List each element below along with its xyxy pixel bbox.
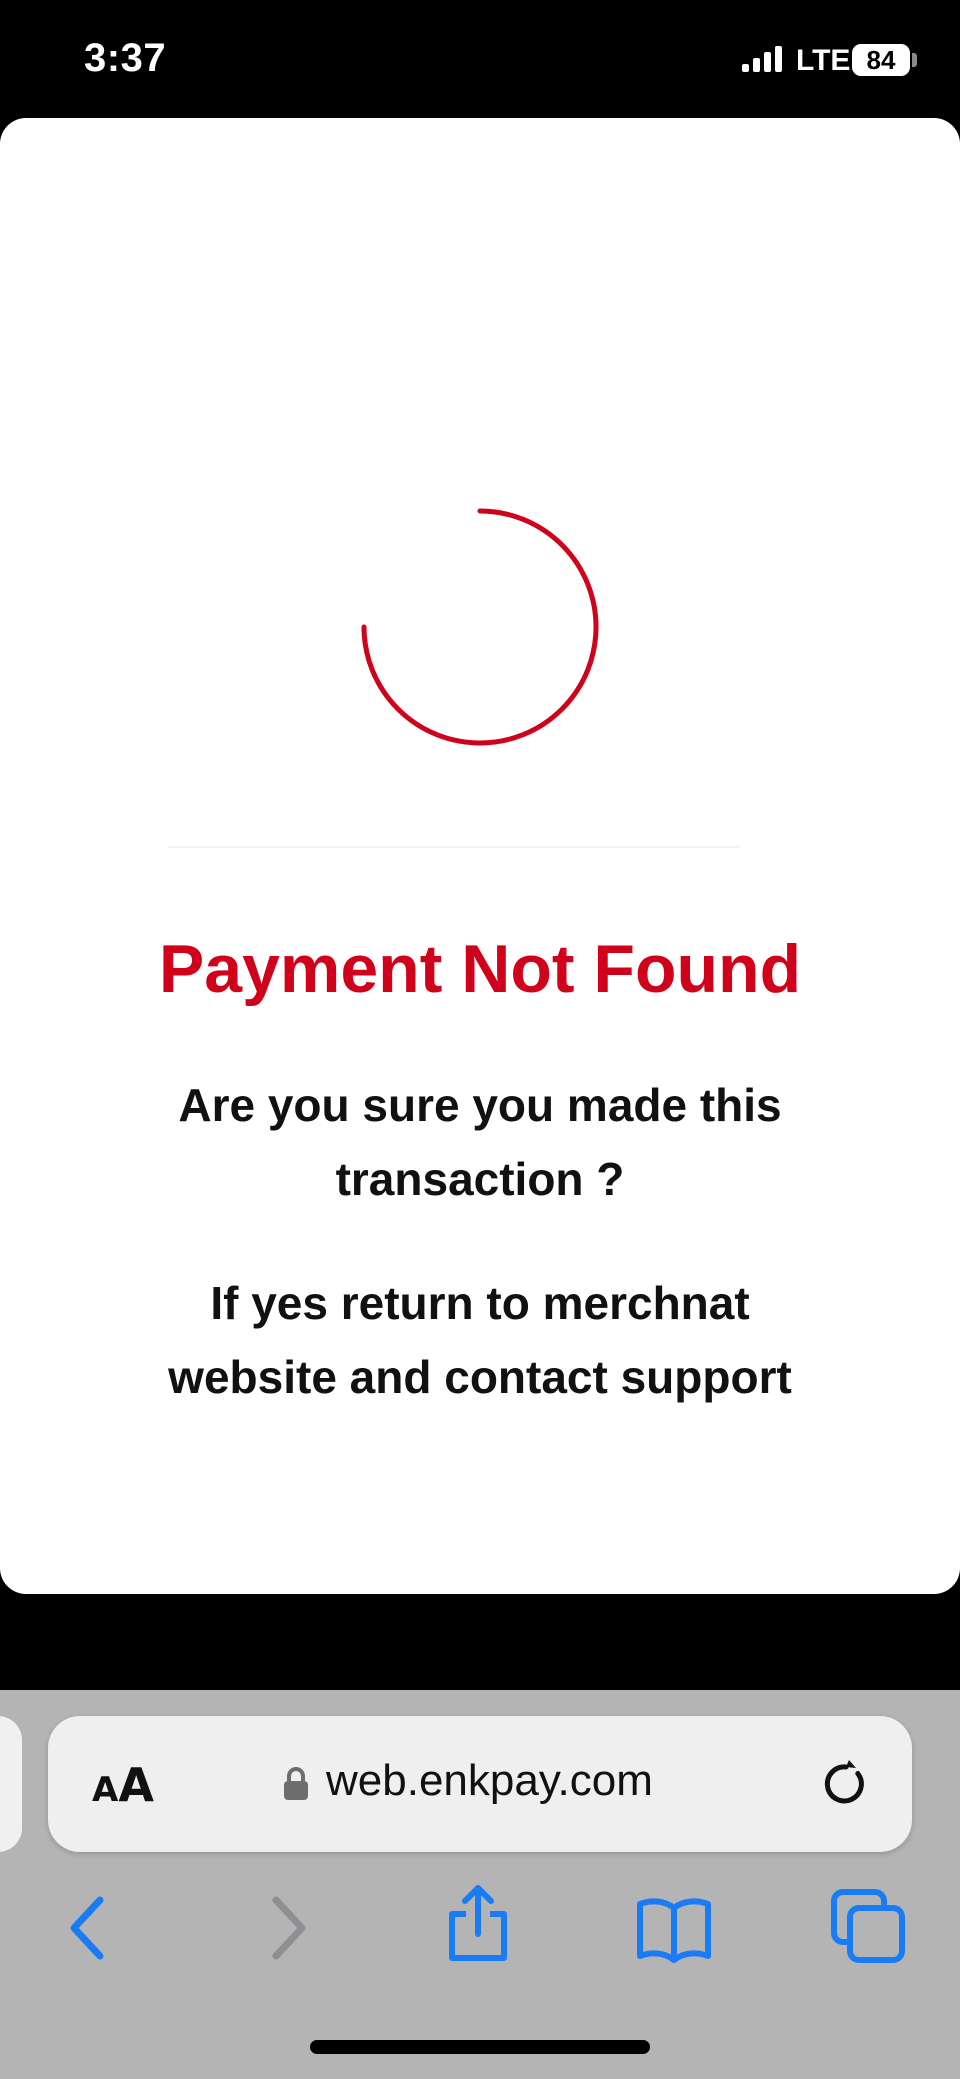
confirmation-message: Are you sure you made this transaction ? (178, 1079, 782, 1205)
tabs-icon[interactable] (828, 1886, 908, 1966)
battery-cap (912, 53, 917, 67)
divider (168, 846, 740, 848)
cellular-signal-icon (742, 46, 782, 72)
network-type: LTE (796, 44, 851, 77)
battery-level: 84 (866, 45, 896, 75)
reader-mode-button[interactable]: AA (92, 1758, 154, 1812)
reader-large-glyph: A (118, 1758, 154, 1812)
page-title: Payment Not Found (158, 931, 802, 1007)
reload-icon[interactable] (818, 1756, 874, 1812)
home-indicator[interactable] (310, 2040, 650, 2054)
forward-icon[interactable] (248, 1888, 328, 1968)
status-bar: 3:37 LTE 84 (0, 0, 960, 118)
back-icon[interactable] (48, 1888, 128, 1968)
previous-tab-edge[interactable] (0, 1716, 22, 1852)
lock-icon (284, 1767, 308, 1800)
loading-spinner-icon (361, 508, 599, 746)
reader-small-glyph: A (92, 1770, 119, 1810)
share-icon[interactable] (438, 1884, 518, 1964)
bookmarks-icon[interactable] (634, 1888, 714, 1968)
support-message: If yes return to merchnat website and co… (168, 1277, 792, 1403)
status-time: 3:37 (84, 36, 167, 80)
battery-icon: 84 (852, 44, 910, 76)
url-text[interactable]: web.enkpay.com (326, 1756, 653, 1806)
